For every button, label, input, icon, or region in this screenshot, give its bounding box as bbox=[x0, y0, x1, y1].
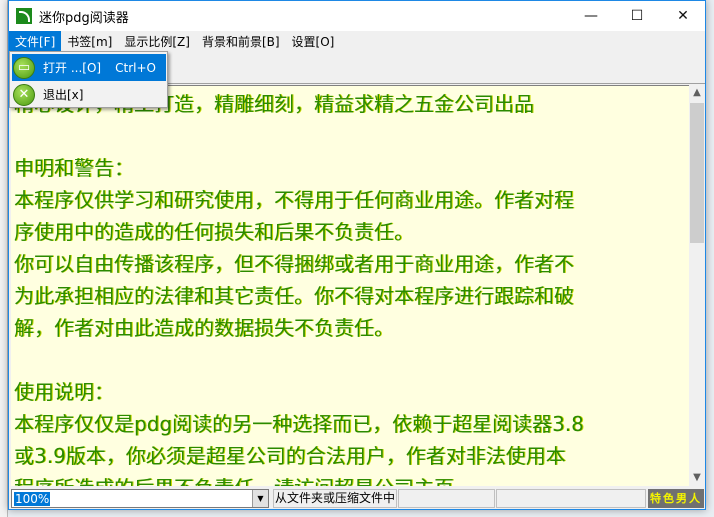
folder-open-icon: ▭ bbox=[13, 56, 35, 79]
title-bar: 迷你pdg阅读器 — ☐ ✕ bbox=[9, 1, 705, 31]
file-menu-dropdown: ▭ 打开 ...[O] Ctrl+O ✕ 退出[x] bbox=[9, 51, 168, 108]
status-panel-3 bbox=[496, 489, 646, 508]
menu-file[interactable]: 文件[F] bbox=[9, 31, 62, 51]
scroll-up-icon[interactable]: ▲ bbox=[689, 85, 705, 101]
text-line: 解，作者对由此造成的数据损失不负责任。 bbox=[14, 316, 394, 340]
vertical-scrollbar[interactable]: ▲ ▼ bbox=[689, 85, 705, 486]
menu-item-label: 退出[x] bbox=[43, 88, 84, 102]
menu-item-open[interactable]: ▭ 打开 ...[O] Ctrl+O bbox=[12, 54, 166, 81]
menu-colors[interactable]: 背景和前景[B] bbox=[196, 31, 286, 51]
menu-bookmarks[interactable]: 书签[m] bbox=[61, 31, 118, 51]
menu-item-label: 打开 ...[O] bbox=[43, 61, 102, 75]
status-source: 从文件夹或压缩文件中 bbox=[273, 489, 397, 508]
menu-zoom[interactable]: 显示比例[Z] bbox=[118, 31, 196, 51]
text-line bbox=[11, 344, 691, 376]
scrollbar-thumb[interactable] bbox=[690, 103, 704, 243]
text-line: 你可以自由传播该程序，但不得捆绑或者用于商业用途，作者不 bbox=[14, 252, 574, 276]
app-icon bbox=[16, 8, 32, 24]
minimize-button[interactable]: — bbox=[568, 1, 614, 31]
close-button[interactable]: ✕ bbox=[660, 1, 706, 31]
menu-item-exit[interactable]: ✕ 退出[x] bbox=[12, 81, 166, 108]
text-line: 序使用中的造成的任何损失和后果不负责任。 bbox=[14, 220, 414, 244]
exit-icon: ✕ bbox=[13, 83, 35, 106]
menu-bar: 文件[F] 书签[m] 显示比例[Z] 背景和前景[B] 设置[O] bbox=[9, 31, 705, 51]
text-line: 本程序仅供学习和研究使用，不得用于任何商业用途。作者对程 bbox=[14, 188, 574, 212]
status-panel-2 bbox=[398, 489, 495, 508]
text-line: 为此承担相应的法律和其它责任。你不得对本程序进行跟踪和破 bbox=[14, 284, 574, 308]
maximize-button[interactable]: ☐ bbox=[614, 1, 660, 31]
text-line: 本程序仅仅是pdg阅读的另一种选择而已，依赖于超星阅读器3.8 bbox=[14, 412, 584, 436]
brand-badge: 特色男人 bbox=[648, 489, 704, 508]
document-text-area[interactable]: 精心设计，精工打造，精雕细刻，精益求精之五金公司出品 申明和警告： 本程序仅供学习和… bbox=[11, 85, 691, 486]
status-bar: 100% ▼ 从文件夹或压缩文件中 特色男人 bbox=[9, 487, 705, 509]
zoom-value[interactable]: 100% bbox=[14, 492, 51, 506]
scroll-down-icon[interactable]: ▼ bbox=[689, 470, 705, 486]
chevron-down-icon[interactable]: ▼ bbox=[252, 490, 268, 507]
text-line bbox=[11, 120, 691, 152]
menu-settings[interactable]: 设置[O] bbox=[286, 31, 341, 51]
menu-item-shortcut: Ctrl+O bbox=[115, 60, 156, 75]
background-window bbox=[0, 0, 8, 517]
text-line: 或3.9版本，你必须是超星公司的合法用户，作者对非法使用本 bbox=[14, 444, 566, 468]
window-title: 迷你pdg阅读器 bbox=[39, 11, 129, 26]
text-line: 程序所造成的后果不负责任，请访问超星公司主页 bbox=[11, 472, 691, 486]
zoom-combobox[interactable]: 100% ▼ bbox=[11, 489, 269, 508]
text-line: 申明和警告： bbox=[14, 156, 134, 180]
text-line: 使用说明： bbox=[14, 380, 114, 404]
